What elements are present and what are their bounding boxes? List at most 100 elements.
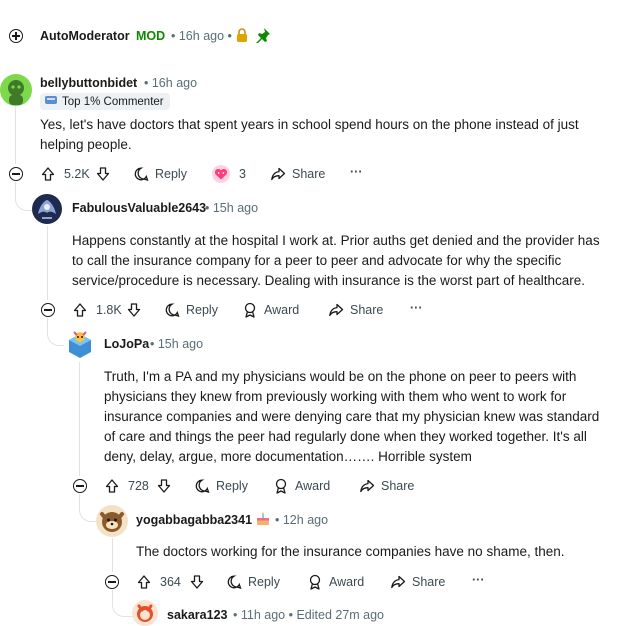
downvote-button[interactable] (189, 574, 205, 590)
award-icon (244, 302, 256, 318)
collapse-icon[interactable] (73, 479, 87, 493)
thread-line-level1 (47, 226, 48, 300)
award-icon (309, 574, 321, 590)
pin-icon (255, 27, 271, 48)
comment-body: Yes, let's have doctors that spent years… (40, 117, 579, 152)
flair-badge: Top 1% Commenter (40, 93, 170, 110)
upvote-icon (73, 303, 87, 317)
collapse-icon[interactable] (9, 167, 23, 181)
collapse-icon[interactable] (105, 575, 119, 589)
reply-icon (165, 303, 180, 317)
share-label: Share (350, 303, 384, 317)
timestamp-value: 16h ago (178, 29, 225, 43)
share-icon (271, 167, 286, 181)
thread-curve-level4 (112, 590, 133, 617)
award-icon (275, 478, 287, 494)
comment-body: Happens constantly at the hospital I wor… (72, 233, 600, 288)
share-button[interactable]: Share (270, 166, 325, 182)
vote-count: 364 (160, 575, 181, 589)
share-icon (329, 303, 344, 317)
share-button[interactable]: Share (390, 574, 445, 590)
thread-line-level2 (79, 362, 80, 476)
share-label: Share (381, 479, 415, 493)
heart-award-icon (212, 165, 230, 183)
downvote-button[interactable] (126, 302, 142, 318)
reply-label: Reply (155, 167, 187, 181)
award-label: Award (264, 303, 300, 317)
award-button[interactable]: 3 (211, 164, 246, 184)
upvote-button[interactable] (104, 478, 120, 494)
reply-icon (195, 479, 210, 493)
timestamp-value: 15h ago (212, 201, 259, 215)
avatar[interactable] (96, 505, 128, 537)
timestamp: • 16h ago • (171, 29, 232, 43)
expand-icon[interactable] (9, 29, 23, 43)
comment-author[interactable]: LoJoPa (104, 337, 149, 351)
upvote-icon (137, 575, 151, 589)
upvote-icon (41, 167, 55, 181)
vote-count: 728 (128, 479, 149, 493)
reply-icon (227, 575, 242, 589)
timestamp: • 16h ago (144, 76, 198, 90)
share-icon (391, 575, 406, 589)
award-label: Award (295, 479, 331, 493)
reply-label: Reply (186, 303, 218, 317)
more-options-button[interactable]: ··· (410, 301, 423, 315)
downvote-icon (157, 479, 171, 493)
comment-body: The doctors working for the insurance co… (136, 544, 565, 559)
award-button[interactable]: Award (242, 302, 299, 318)
more-options-button[interactable]: ··· (350, 165, 363, 179)
upvote-button[interactable] (40, 166, 56, 182)
award-label: Award (329, 575, 365, 589)
reply-button[interactable]: Reply (226, 574, 280, 590)
share-button[interactable]: Share (359, 478, 414, 494)
avatar[interactable] (0, 74, 32, 106)
flair-label: Top 1% Commenter (62, 95, 164, 108)
reply-button[interactable]: Reply (194, 478, 248, 494)
downvote-icon (127, 303, 141, 317)
thread-curve-level3 (79, 494, 98, 522)
reply-button[interactable]: Reply (164, 302, 218, 318)
comment-body: Truth, I'm a PA and my physicians would … (104, 369, 600, 464)
timestamp: • 15h ago (205, 201, 259, 215)
collapse-icon[interactable] (41, 303, 55, 317)
comment-author[interactable]: AutoModerator (40, 29, 130, 43)
award-button[interactable]: Award (273, 478, 330, 494)
timestamp: • 12h ago (275, 513, 329, 527)
mod-badge: MOD (136, 29, 166, 43)
timestamp-value: 16h ago (151, 76, 198, 90)
vote-count: 1.8K (96, 303, 122, 317)
lock-icon (236, 28, 248, 47)
downvote-button[interactable] (95, 166, 111, 182)
comment-author[interactable]: yogabbagabba2341 (136, 513, 252, 527)
share-icon (360, 479, 375, 493)
award-count: 3 (239, 167, 246, 181)
downvote-button[interactable] (156, 478, 172, 494)
more-options-button[interactable]: ··· (472, 573, 485, 587)
reply-icon (134, 167, 149, 181)
share-button[interactable]: Share (328, 302, 383, 318)
timestamp-value: 12h ago (282, 513, 329, 527)
upvote-button[interactable] (136, 574, 152, 590)
avatar[interactable] (32, 194, 62, 224)
share-label: Share (292, 167, 326, 181)
timestamp: • 15h ago (150, 337, 204, 351)
reply-label: Reply (248, 575, 280, 589)
award-button[interactable]: Award (307, 574, 364, 590)
reply-label: Reply (216, 479, 248, 493)
upvote-icon (105, 479, 119, 493)
comment-author[interactable]: bellybuttonbidet (40, 76, 137, 90)
timestamp-value: 15h ago (157, 337, 204, 351)
share-label: Share (412, 575, 446, 589)
downvote-icon (96, 167, 110, 181)
reply-button[interactable]: Reply (133, 166, 187, 182)
avatar[interactable] (64, 328, 96, 360)
comment-author[interactable]: FabulousValuable2643 (72, 201, 206, 215)
vote-count: 5.2K (64, 167, 90, 181)
thread-line-level0 (15, 104, 16, 164)
downvote-icon (190, 575, 204, 589)
avatar[interactable] (132, 600, 158, 626)
upvote-button[interactable] (72, 302, 88, 318)
cake-icon (255, 511, 271, 532)
flair-icon (44, 94, 58, 109)
